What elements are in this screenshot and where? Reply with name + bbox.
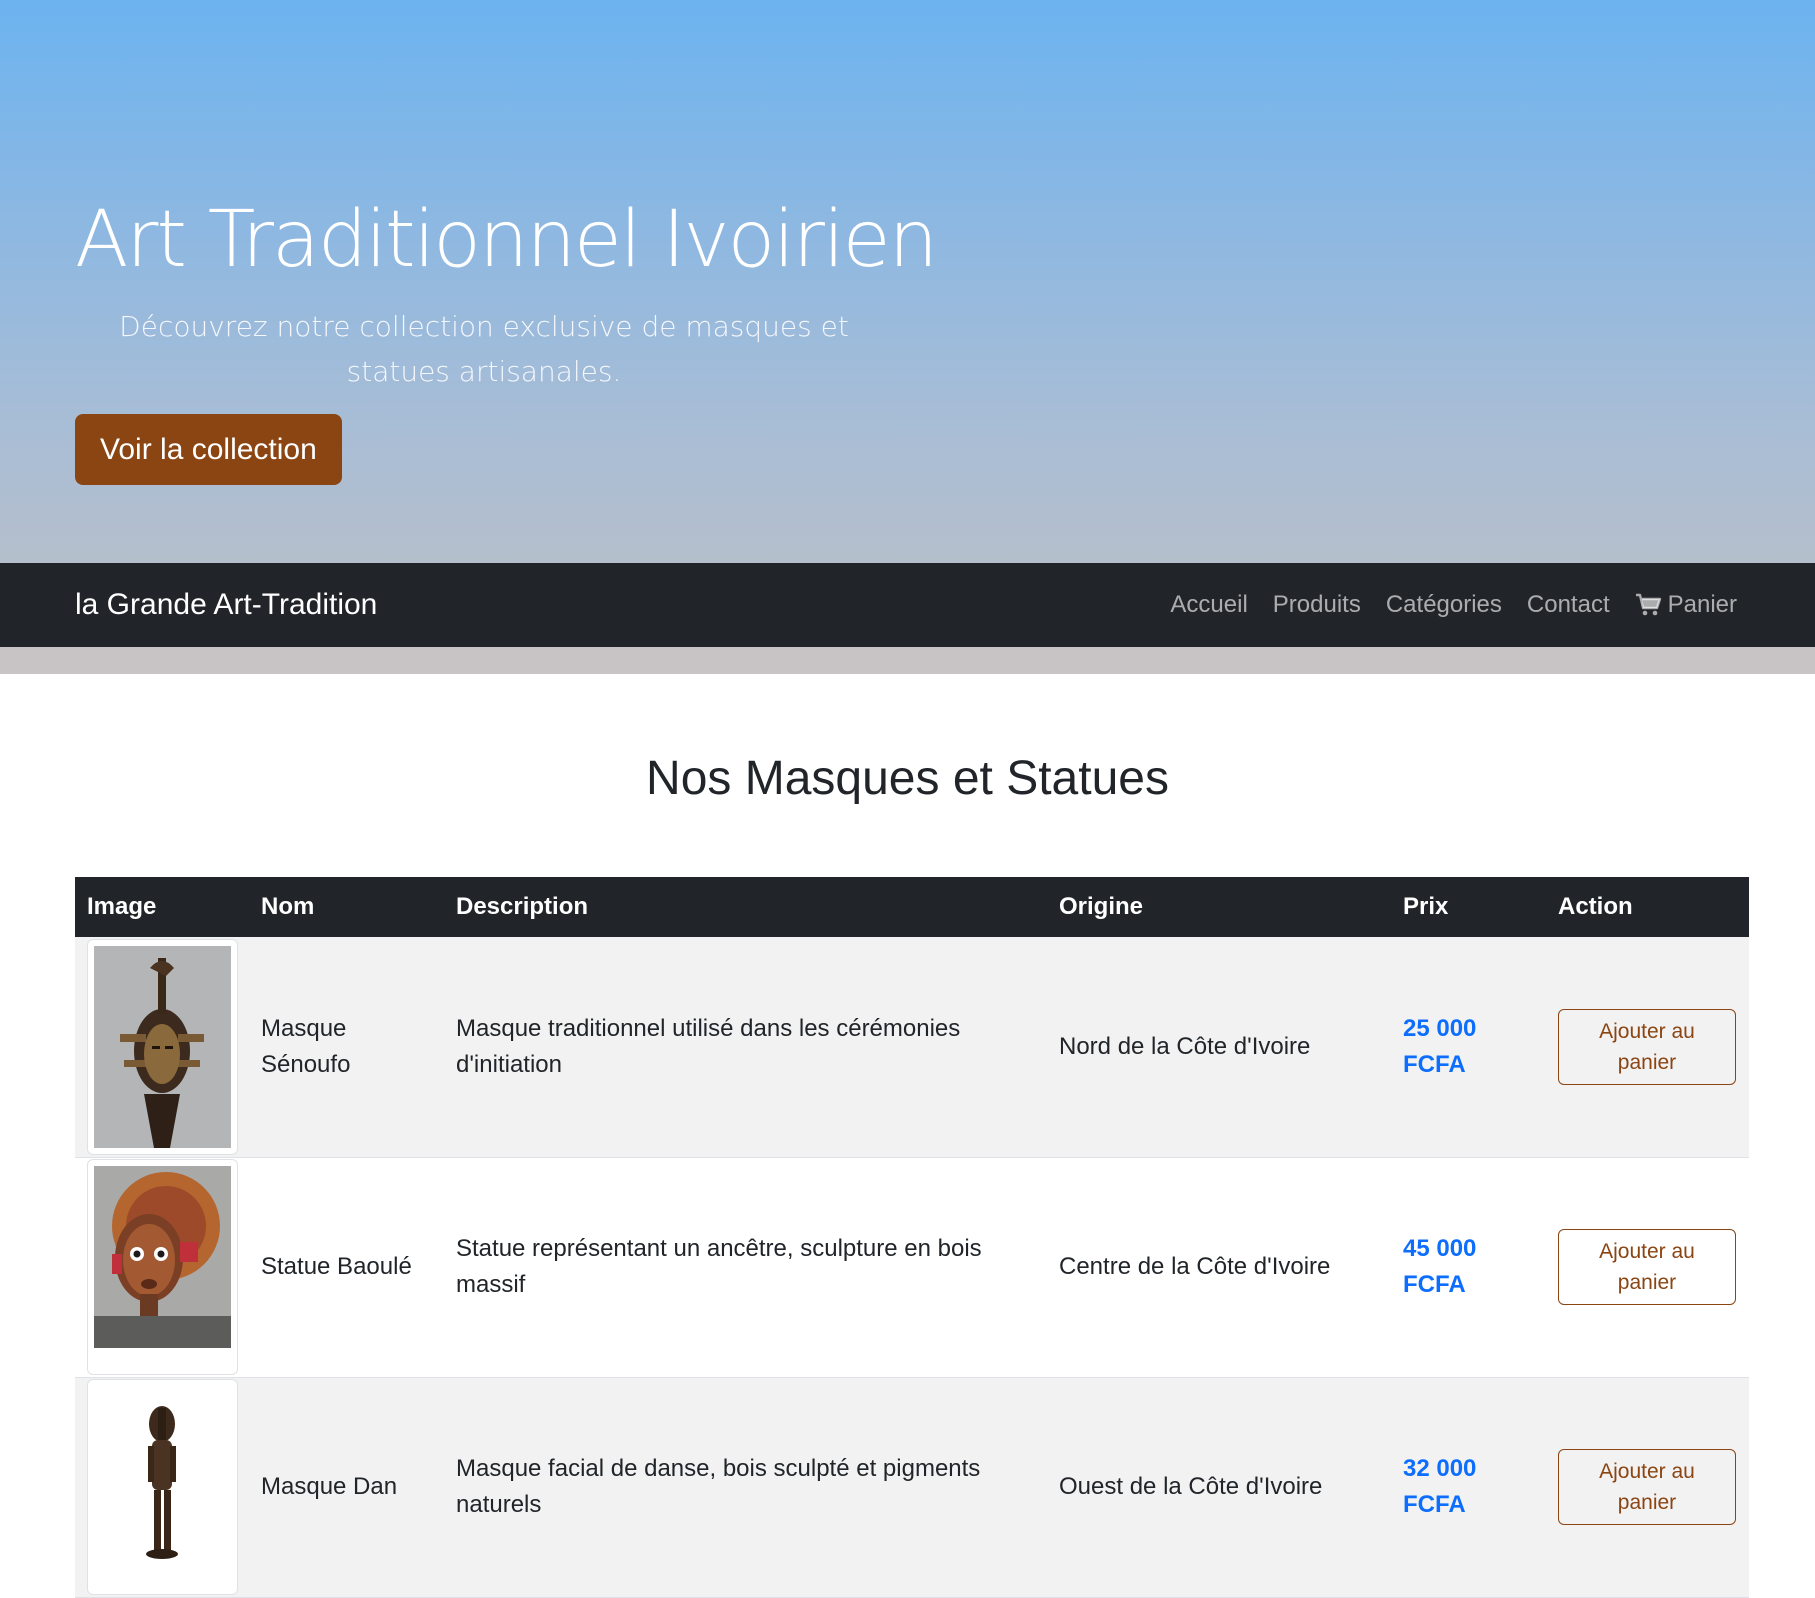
nav-link-panier[interactable]: Panier — [1635, 591, 1737, 619]
add-to-cart-button[interactable]: Ajouter au panier — [1558, 1449, 1736, 1525]
cart-label: Panier — [1667, 591, 1737, 618]
action-cell: Ajouter au panier — [1546, 1377, 1749, 1598]
nav-link-accueil[interactable]: Accueil — [1170, 591, 1247, 619]
section-title: Nos Masques et Statues — [646, 752, 1169, 805]
image-cell — [75, 937, 249, 1158]
table-header-row: Image Nom Description Origine Prix Actio… — [75, 877, 1749, 937]
add-to-cart-button[interactable]: Ajouter au panier — [1558, 1008, 1736, 1085]
hero-title: Art Traditionnel Ivoirien — [75, 195, 938, 285]
product-description: Masque traditionnel utilisé dans les cér… — [444, 937, 1047, 1158]
product-name: Masque Sénoufo — [249, 937, 444, 1158]
product-price: 25 000 FCFA — [1391, 937, 1546, 1158]
action-cell: Ajouter au panier — [1546, 937, 1749, 1158]
header-description: Description — [444, 877, 1047, 937]
divider-band — [0, 647, 1815, 674]
table-row: Masque Dan Masque facial de danse, bois … — [75, 1377, 1749, 1598]
product-name: Statue Baoulé — [249, 1157, 444, 1378]
product-origin: Nord de la Côte d'Ivoire — [1047, 937, 1391, 1158]
product-origin: Centre de la Côte d'Ivoire — [1047, 1157, 1391, 1378]
hero-content: Art Traditionnel Ivoirien Découvrez notr… — [75, 190, 938, 394]
products-table-wrapper: Image Nom Description Origine Prix Actio… — [75, 877, 1749, 1598]
nav-links: Accueil Produits Catégories Contact Pani… — [1170, 563, 1737, 647]
product-image[interactable] — [87, 1379, 238, 1595]
hero-banner: Art Traditionnel Ivoirien Découvrez notr… — [0, 0, 1815, 564]
action-cell: Ajouter au panier — [1546, 1157, 1749, 1378]
nav-link-produits[interactable]: Produits — [1273, 591, 1361, 619]
hero-subtitle: Découvrez notre collection exclusive de … — [119, 310, 849, 388]
add-to-cart-button[interactable]: Ajouter au panier — [1558, 1229, 1736, 1305]
product-price: 32 000 FCFA — [1391, 1377, 1546, 1598]
header-name: Nom — [249, 877, 444, 937]
table-row: Statue Baoulé Statue représentant un anc… — [75, 1157, 1749, 1378]
shopping-cart-icon — [1635, 593, 1662, 617]
image-cell — [75, 1377, 249, 1598]
image-cell — [75, 1157, 249, 1378]
view-collection-button[interactable]: Voir la collection — [75, 414, 342, 485]
header-origin: Origine — [1047, 877, 1391, 937]
nav-link-categories[interactable]: Catégories — [1386, 591, 1502, 619]
header-action: Action — [1546, 877, 1749, 937]
product-image[interactable] — [87, 1159, 238, 1375]
product-price: 45 000 FCFA — [1391, 1157, 1546, 1378]
product-image[interactable] — [87, 938, 238, 1155]
brand-link[interactable]: la Grande Art-Tradition — [75, 563, 377, 647]
product-description: Masque facial de danse, bois sculpté et … — [444, 1377, 1047, 1598]
header-price: Prix — [1391, 877, 1546, 937]
table-row: Masque Sénoufo Masque traditionnel utili… — [75, 937, 1749, 1158]
product-name: Masque Dan — [249, 1377, 444, 1598]
nav-link-contact[interactable]: Contact — [1527, 591, 1610, 619]
header-image: Image — [75, 877, 249, 937]
product-description: Statue représentant un ancêtre, sculptur… — [444, 1157, 1047, 1378]
navbar: la Grande Art-Tradition Accueil Produits… — [0, 563, 1815, 647]
product-origin: Ouest de la Côte d'Ivoire — [1047, 1377, 1391, 1598]
products-table: Image Nom Description Origine Prix Actio… — [75, 877, 1749, 1598]
